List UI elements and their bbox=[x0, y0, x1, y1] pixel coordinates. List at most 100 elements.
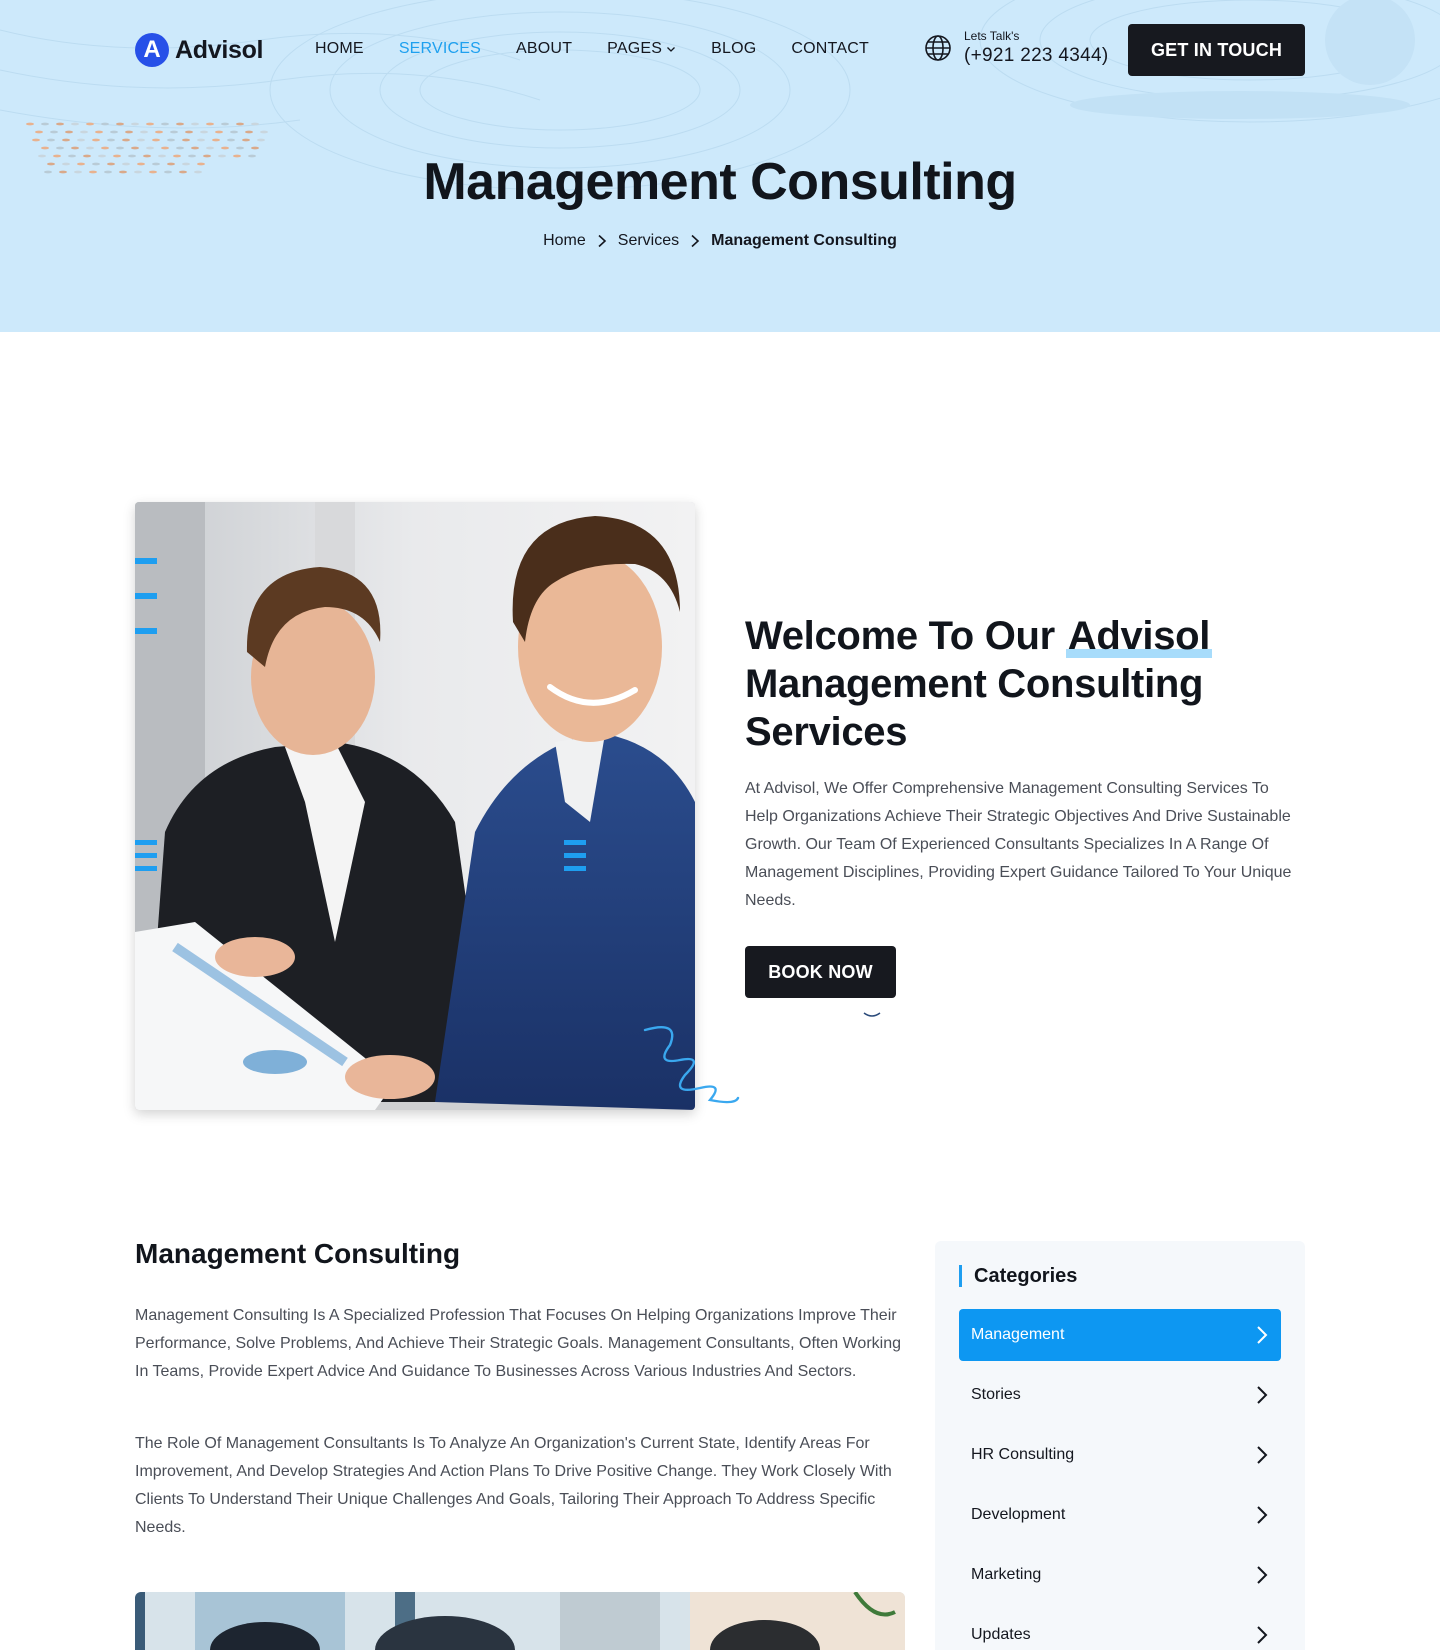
category-stories[interactable]: Stories bbox=[959, 1369, 1281, 1421]
contact-text: Lets Talk's (+921 223 4344) bbox=[964, 29, 1108, 67]
chevron-right-icon bbox=[1257, 1626, 1268, 1644]
dot-mark bbox=[41, 122, 49, 126]
welcome-heading: Welcome To Our Advisol Management Consul… bbox=[745, 612, 1305, 756]
nav-home-label: HOME bbox=[315, 40, 364, 57]
category-updates[interactable]: Updates bbox=[959, 1609, 1281, 1650]
dot-mark bbox=[26, 122, 34, 126]
get-in-touch-button[interactable]: GET IN TOUCH bbox=[1128, 24, 1305, 76]
dot-mark bbox=[242, 138, 250, 142]
chevron-down-icon bbox=[667, 47, 676, 52]
nav-about[interactable]: ABOUT bbox=[516, 40, 572, 58]
dot-mark bbox=[212, 138, 220, 142]
welcome-description: At Advisol, We Offer Comprehensive Manag… bbox=[745, 780, 1292, 909]
nav-contact-label: CONTACT bbox=[791, 40, 869, 57]
logo[interactable]: A Advisol bbox=[135, 33, 264, 67]
consultants-photo-illustration bbox=[135, 502, 695, 1110]
dot-mark bbox=[176, 122, 184, 126]
dot-mark bbox=[221, 122, 229, 126]
chevron-right-icon bbox=[691, 234, 700, 248]
chevron-right-icon bbox=[598, 234, 606, 248]
welcome-title-highlight: Advisol bbox=[1065, 614, 1213, 658]
category-marketing[interactable]: Marketing bbox=[959, 1549, 1281, 1601]
nav-pages-label: PAGES bbox=[607, 40, 663, 57]
chevron-right-icon bbox=[1257, 1446, 1268, 1464]
dot-mark bbox=[101, 122, 109, 126]
chevron-right-icon bbox=[1257, 1326, 1268, 1344]
category-management[interactable]: Management bbox=[959, 1309, 1281, 1361]
dot-mark bbox=[191, 146, 199, 150]
nav-contact[interactable]: CONTACT bbox=[791, 40, 869, 58]
dot-mark bbox=[95, 130, 103, 134]
breadcrumb: Home Services Management Consulting bbox=[0, 232, 1440, 250]
dot-mark bbox=[110, 130, 118, 134]
contact-phone-number: (+921 223 4344) bbox=[964, 45, 1109, 66]
category-hr-consulting[interactable]: HR Consulting bbox=[959, 1429, 1281, 1481]
chevron-right-icon bbox=[1257, 1386, 1268, 1404]
nav-blog[interactable]: BLOG bbox=[711, 40, 756, 58]
category-label: Updates bbox=[971, 1626, 1031, 1643]
dot-mark bbox=[101, 146, 109, 150]
dot-mark bbox=[176, 146, 184, 150]
dot-mark bbox=[236, 146, 244, 150]
category-label: Marketing bbox=[971, 1566, 1042, 1583]
dot-mark bbox=[50, 130, 58, 134]
dot-mark bbox=[155, 130, 163, 134]
dot-mark bbox=[56, 122, 64, 126]
welcome-title-before: Welcome To Our bbox=[745, 614, 1066, 658]
dot-mark bbox=[71, 122, 79, 126]
dot-mark bbox=[257, 138, 265, 142]
dot-mark bbox=[152, 138, 160, 142]
dot-mark bbox=[185, 130, 193, 134]
dot-mark bbox=[71, 146, 79, 150]
logo-mark: A bbox=[135, 33, 169, 67]
dot-mark bbox=[215, 130, 223, 134]
dot-mark bbox=[182, 138, 190, 142]
dot-mark bbox=[251, 122, 259, 126]
dot-mark bbox=[41, 146, 49, 150]
nav-blog-label: BLOG bbox=[711, 40, 757, 57]
dot-mark bbox=[161, 146, 169, 150]
dot-mark bbox=[62, 138, 70, 142]
dot-mark bbox=[56, 146, 64, 150]
dot-mark bbox=[80, 130, 88, 134]
main-nav: HOME SERVICES ABOUT PAGES BLOG CONTACT bbox=[315, 40, 869, 58]
breadcrumb-current: Management Consulting bbox=[711, 232, 897, 249]
team-photo-illustration bbox=[135, 1592, 905, 1650]
dot-mark bbox=[191, 122, 199, 126]
dot-mark bbox=[77, 138, 85, 142]
dot-mark bbox=[35, 130, 43, 134]
detail-paragraph-1: Management Consulting Is A Specialized P… bbox=[135, 1307, 902, 1380]
category-development[interactable]: Development bbox=[959, 1489, 1281, 1541]
dot-mark bbox=[86, 146, 94, 150]
category-label: Stories bbox=[971, 1386, 1021, 1403]
breadcrumb-home[interactable]: Home bbox=[543, 232, 586, 250]
squiggle-decoration bbox=[643, 1025, 740, 1104]
dot-mark bbox=[206, 146, 214, 150]
dot-mark bbox=[227, 138, 235, 142]
team-photo bbox=[135, 1592, 905, 1650]
contact-phone-box[interactable]: Lets Talk's (+921 223 4344) bbox=[924, 29, 1108, 67]
nav-home[interactable]: HOME bbox=[315, 40, 364, 58]
nav-services[interactable]: SERVICES bbox=[399, 40, 481, 58]
dot-mark bbox=[92, 138, 100, 142]
book-now-button[interactable]: BOOK NOW bbox=[745, 946, 896, 998]
chevron-right-icon bbox=[1257, 1566, 1268, 1584]
dot-mark bbox=[146, 146, 154, 150]
detail-paragraph-2: The Role Of Management Consultants Is To… bbox=[135, 1435, 892, 1536]
blue-tick-decoration bbox=[564, 840, 586, 871]
dot-mark bbox=[140, 130, 148, 134]
dot-mark bbox=[167, 138, 175, 142]
dot-mark bbox=[146, 122, 154, 126]
categories-title: Categories bbox=[959, 1265, 1077, 1287]
dot-mark bbox=[65, 130, 73, 134]
nav-pages[interactable]: PAGES bbox=[607, 40, 676, 58]
globe-icon bbox=[925, 35, 951, 61]
contact-label: Lets Talk's bbox=[964, 29, 1020, 43]
breadcrumb-services[interactable]: Services bbox=[618, 232, 679, 250]
page-title: Management Consulting bbox=[423, 153, 1017, 211]
categories-sidebar: Categories Management Stories HR Consult… bbox=[935, 1241, 1305, 1650]
consultants-photo bbox=[135, 502, 695, 1110]
dot-mark bbox=[86, 122, 94, 126]
nav-services-label: SERVICES bbox=[398, 40, 482, 57]
category-label: HR Consulting bbox=[971, 1446, 1075, 1463]
